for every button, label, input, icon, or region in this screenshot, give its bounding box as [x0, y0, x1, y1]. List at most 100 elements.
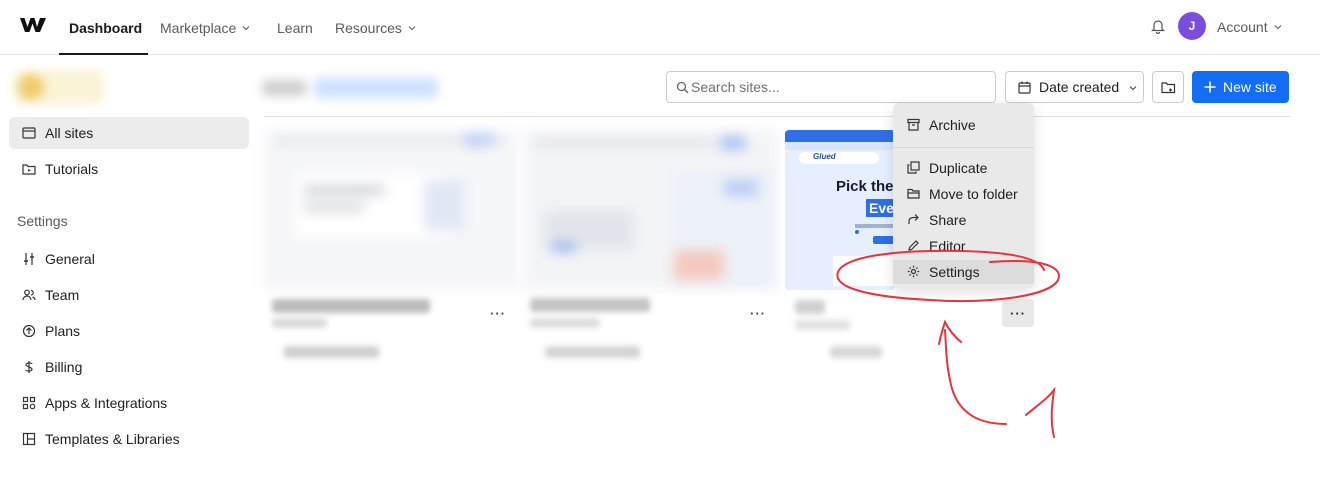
folder-play-icon [22, 164, 36, 175]
search-placeholder: Search sites... [691, 79, 780, 95]
sidebar-item-label: Team [45, 287, 80, 303]
sidebar-item-label: Plans [45, 323, 81, 339]
nav-learn[interactable]: Learn [277, 0, 313, 55]
menu-item-label: Settings [929, 264, 980, 280]
site-badge-2 [545, 346, 640, 358]
share-icon [908, 214, 919, 224]
calendar-icon [1018, 81, 1031, 94]
site-badge-3 [830, 346, 882, 358]
sidebar-item-label: Tutorials [45, 161, 99, 177]
sort-dropdown[interactable]: Date created [1005, 71, 1144, 103]
sidebar-item-templates-libraries[interactable]: Templates & Libraries [9, 423, 249, 455]
site-card-thumbnail-3[interactable]: Glued Pick the Eve [785, 130, 895, 290]
site-title-1 [272, 299, 430, 313]
sidebar-item-team[interactable]: Team [9, 279, 249, 311]
annotation-arrowhead [938, 319, 962, 345]
site-card-thumbnail-2[interactable] [524, 130, 778, 290]
folder-plus-icon [1161, 82, 1176, 94]
nav-learn-label: Learn [277, 19, 313, 36]
new-site-label: New site [1223, 79, 1277, 95]
sidebar-item-tutorials[interactable]: Tutorials [9, 153, 249, 185]
gear-icon [907, 265, 920, 278]
site-logo-text: Glued [813, 152, 836, 161]
account-menu[interactable]: Account [1217, 0, 1282, 53]
menu-item-move-to-folder[interactable]: Move to folder [893, 182, 1034, 206]
chevron-down-icon [1274, 24, 1282, 29]
site-headline: Pick the [836, 178, 894, 195]
apps-icon [22, 396, 36, 410]
settings-heading: Settings [17, 213, 68, 229]
dollar-icon [25, 361, 33, 373]
menu-item-label: Share [929, 212, 967, 228]
avatar[interactable]: J [1178, 12, 1206, 40]
workspace-switcher[interactable] [14, 70, 104, 104]
nav-dashboard-label: Dashboard [69, 19, 143, 36]
templates-icon [22, 432, 36, 446]
chevron-down-icon [242, 25, 250, 30]
duplicate-icon [907, 161, 920, 174]
site-headline-highlight: Eve [866, 199, 895, 217]
menu-item-label: Editor [929, 238, 966, 254]
sidebar-item-label: General [45, 251, 95, 267]
sidebar-item-label: Billing [45, 359, 83, 375]
site-subtitle-2 [530, 318, 600, 328]
more-options-button[interactable]: ··· [742, 299, 774, 327]
folder-icon [907, 188, 920, 199]
site-title-2 [530, 298, 650, 312]
more-options-button[interactable]: ··· [482, 299, 514, 327]
search-icon [676, 81, 689, 94]
archive-icon [907, 118, 920, 131]
bell-icon[interactable] [1151, 18, 1165, 34]
nav-resources-label: Resources [335, 19, 402, 36]
sidebar-item-label: Templates & Libraries [45, 431, 180, 447]
plan-icon [22, 324, 36, 338]
sliders-icon [24, 253, 34, 265]
sort-label: Date created [1039, 79, 1120, 95]
top-navigation: Dashboard Marketplace Learn Resources J … [0, 0, 1320, 55]
nav-dashboard[interactable]: Dashboard [69, 0, 142, 55]
sidebar-item-all-sites[interactable]: All sites [9, 117, 249, 149]
menu-item-archive[interactable]: Archive [893, 113, 1034, 137]
workspace-avatar [18, 74, 44, 100]
menu-item-settings[interactable]: Settings [893, 260, 1034, 284]
users-icon [22, 289, 36, 301]
site-context-menu: Archive Duplicate Move to folder Share E… [893, 103, 1034, 288]
pencil-icon [908, 240, 919, 251]
nav-marketplace-label: Marketplace [160, 19, 237, 36]
annotation-arrow [944, 329, 1007, 425]
nav-resources[interactable]: Resources [335, 0, 416, 55]
new-site-button[interactable]: New site [1192, 71, 1289, 103]
menu-item-label: Duplicate [929, 160, 988, 176]
sidebar-item-plans[interactable]: Plans [9, 315, 249, 347]
site-badge-1 [284, 346, 379, 358]
menu-divider [893, 147, 1034, 148]
webflow-logo-icon[interactable] [19, 15, 47, 35]
new-folder-button[interactable] [1152, 71, 1184, 103]
menu-item-duplicate[interactable]: Duplicate [893, 156, 1034, 180]
annotation-tail [1025, 386, 1056, 438]
site-title-3 [795, 300, 825, 314]
breadcrumb [262, 74, 440, 102]
site-card-thumbnail-1[interactable] [264, 130, 518, 290]
menu-item-label: Move to folder [929, 186, 1018, 202]
divider [264, 116, 1290, 117]
sidebar-item-general[interactable]: General [9, 243, 249, 275]
sidebar-item-label: Apps & Integrations [45, 395, 168, 411]
search-input[interactable]: Search sites... [666, 71, 996, 103]
active-tab-underline [59, 53, 148, 55]
menu-item-editor[interactable]: Editor [893, 234, 1034, 258]
sidebar-item-label: All sites [45, 125, 94, 141]
menu-item-share[interactable]: Share [893, 208, 1034, 232]
chevron-down-icon [408, 25, 416, 30]
site-subtitle-1 [272, 318, 327, 328]
plus-icon [1204, 81, 1216, 93]
site-subtitle-3 [795, 320, 850, 330]
browser-icon [22, 127, 36, 139]
chevron-down-icon [1129, 86, 1137, 91]
more-options-button[interactable]: ··· [1002, 299, 1034, 327]
sidebar-item-billing[interactable]: Billing [9, 351, 249, 383]
sidebar-item-apps-integrations[interactable]: Apps & Integrations [9, 387, 249, 419]
account-label: Account [1217, 18, 1268, 35]
nav-marketplace[interactable]: Marketplace [160, 0, 250, 55]
menu-item-label: Archive [929, 117, 976, 133]
